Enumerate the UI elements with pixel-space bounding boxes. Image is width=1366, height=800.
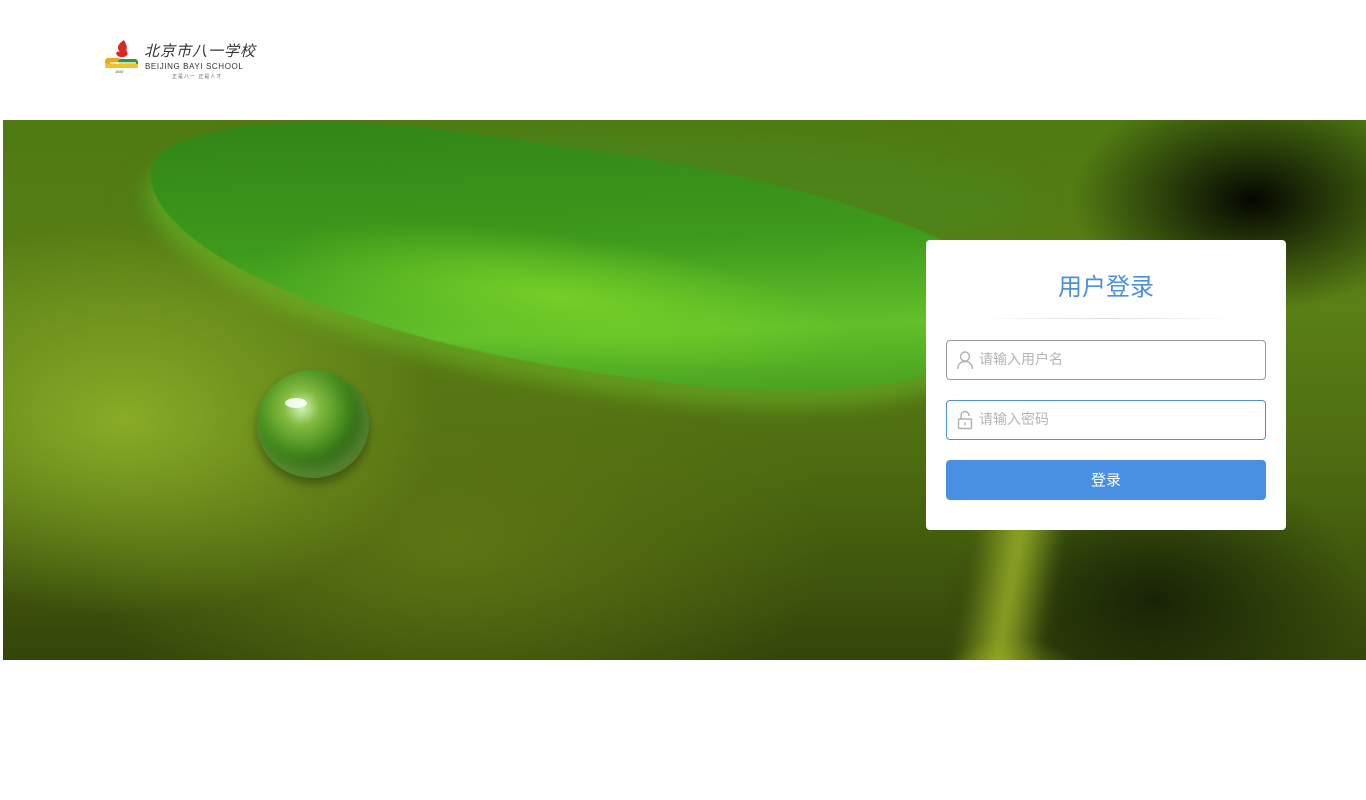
- title-divider: [976, 318, 1236, 319]
- username-input[interactable]: [979, 341, 1259, 379]
- password-input[interactable]: [979, 401, 1259, 439]
- school-motto: 正是八一 正是人才: [172, 74, 223, 80]
- school-name-en: BEIJING BAYI SCHOOL: [145, 62, 244, 71]
- password-field[interactable]: [946, 400, 1266, 440]
- login-panel: 用户登录 登录: [926, 240, 1286, 530]
- water-drop-image: [257, 370, 369, 478]
- user-icon: [955, 350, 975, 370]
- login-title: 用户登录: [1058, 273, 1154, 301]
- page-header: 1947 北京市八一学校 BEIJING BAYI SCHOOL 正是八一 正是…: [0, 0, 1366, 120]
- logo-year: 1947: [115, 69, 124, 74]
- school-logo[interactable]: 1947 北京市八一学校 BEIJING BAYI SCHOOL 正是八一 正是…: [104, 38, 264, 84]
- stem-image: [948, 520, 1068, 660]
- unlock-icon: [955, 410, 975, 430]
- school-name-cn: 北京市八一学校: [144, 42, 257, 60]
- username-field[interactable]: [946, 340, 1266, 380]
- login-button[interactable]: 登录: [946, 460, 1266, 500]
